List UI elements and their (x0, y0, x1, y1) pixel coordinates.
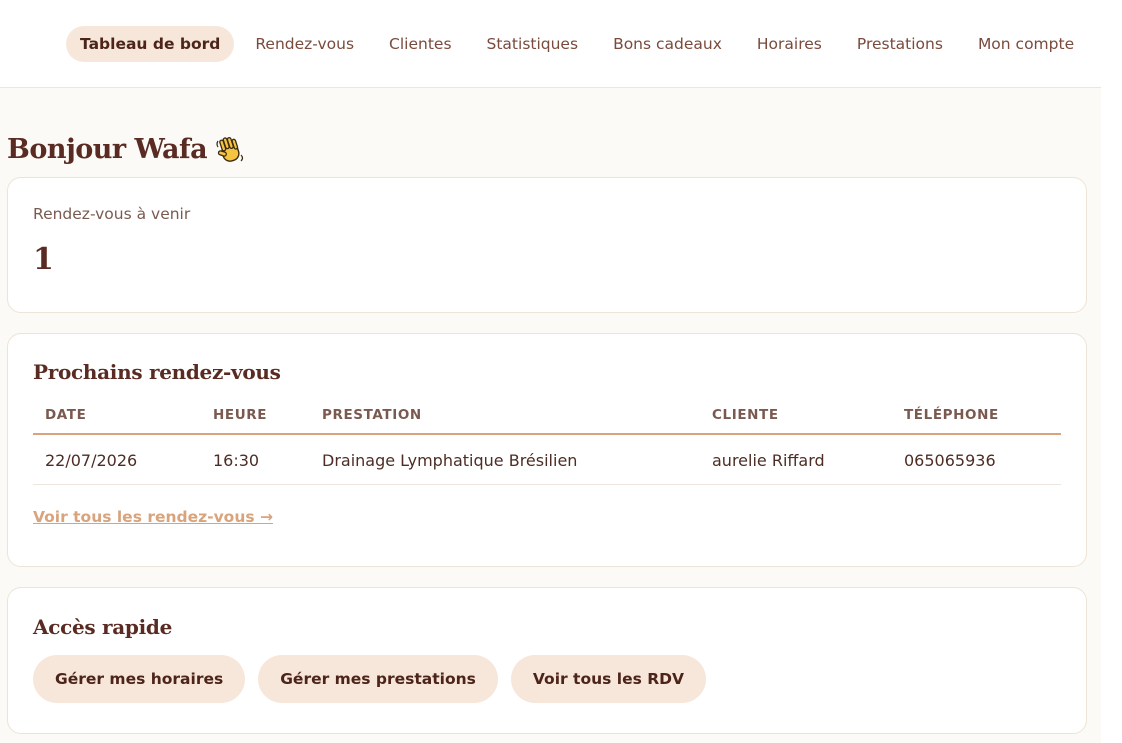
nav-item-schedule[interactable]: Horaires (743, 26, 836, 62)
stat-value: 1 (33, 242, 54, 277)
nav-item-account[interactable]: Mon compte (964, 26, 1088, 62)
manage-services-button[interactable]: Gérer mes prestations (258, 655, 498, 703)
all-appointments-link[interactable]: Voir tous les rendez-vous → (33, 508, 273, 526)
upcoming-title: Prochains rendez-vous (33, 360, 281, 384)
column-header-phone: TÉLÉPHONE (892, 407, 1061, 435)
page-title: Bonjour Wafa (7, 88, 1087, 177)
quick-access-buttons: Gérer mes horaires Gérer mes prestations… (33, 655, 1061, 703)
column-header-time: HEURE (201, 407, 310, 435)
column-header-date: DATE (33, 407, 201, 435)
stat-label: Rendez-vous à venir (33, 205, 191, 223)
cell-date: 22/07/2026 (33, 434, 201, 485)
view-all-appointments-button[interactable]: Voir tous les RDV (510, 655, 707, 703)
cell-phone: 065065936 (892, 434, 1061, 485)
column-header-client: CLIENTE (700, 407, 892, 435)
nav-item-clients[interactable]: Clientes (375, 26, 465, 62)
manage-schedule-button[interactable]: Gérer mes horaires (33, 655, 246, 703)
nav-item-gift-cards[interactable]: Bons cadeaux (599, 26, 736, 62)
cell-time: 16:30 (201, 434, 310, 485)
cell-client: aurelie Riffard (700, 434, 892, 485)
page: Tableau de bord Rendez-vous Clientes Sta… (0, 0, 1101, 743)
table-row: 22/07/2026 16:30 Drainage Lymphatique Br… (33, 434, 1061, 485)
cell-service: Drainage Lymphatique Brésilien (310, 434, 700, 485)
main-content: Bonjour Wafa Rendez-vous à venir 1 Proch… (0, 88, 1101, 734)
quick-access-card: Accès rapide Gérer mes horaires Gérer me… (7, 587, 1087, 734)
column-header-service: PRESTATION (310, 407, 700, 435)
upcoming-count-card: Rendez-vous à venir 1 (7, 177, 1087, 313)
appointments-table: DATE HEURE PRESTATION CLIENTE TÉLÉPHONE … (33, 407, 1061, 485)
nav-item-services[interactable]: Prestations (843, 26, 957, 62)
quick-access-title: Accès rapide (33, 615, 173, 639)
table-header-row: DATE HEURE PRESTATION CLIENTE TÉLÉPHONE (33, 407, 1061, 435)
nav-item-appointments[interactable]: Rendez-vous (241, 26, 368, 62)
nav-item-dashboard[interactable]: Tableau de bord (66, 25, 235, 62)
waving-hand-icon (215, 135, 245, 165)
upcoming-appointments-card: Prochains rendez-vous DATE HEURE PRESTAT… (7, 333, 1087, 567)
top-nav: Tableau de bord Rendez-vous Clientes Sta… (0, 0, 1101, 88)
greeting-text: Bonjour Wafa (7, 134, 208, 165)
nav-item-statistics[interactable]: Statistiques (473, 26, 593, 62)
